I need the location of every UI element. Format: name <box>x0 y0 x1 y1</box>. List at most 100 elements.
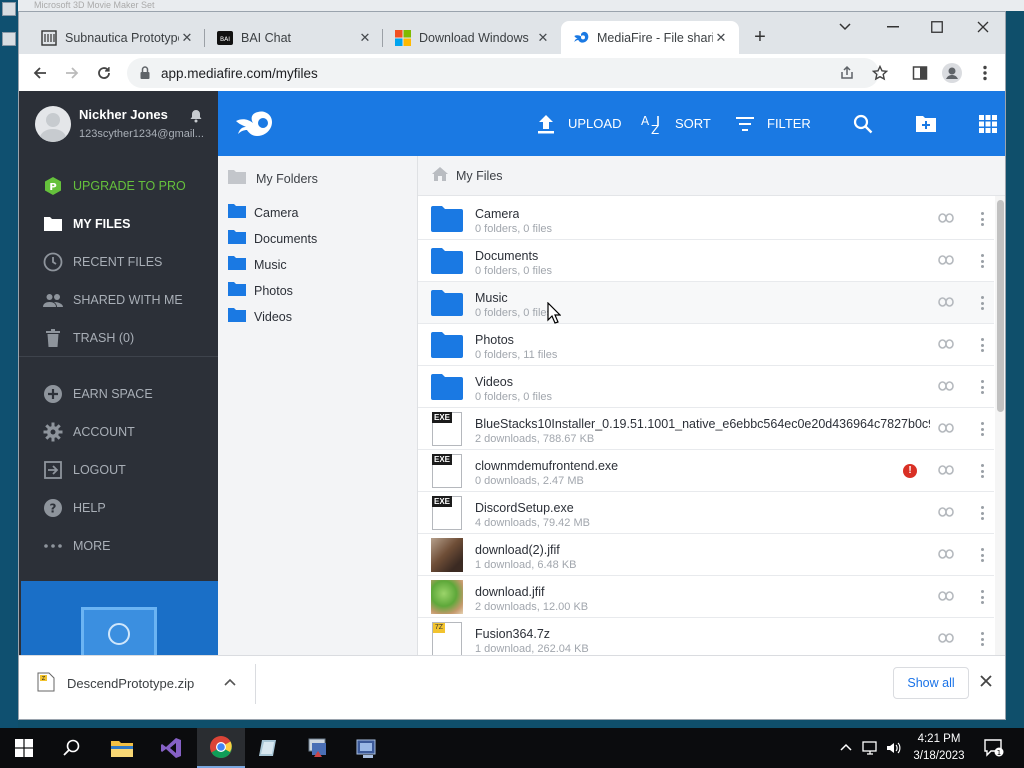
home-icon[interactable] <box>432 167 448 184</box>
more-options-icon[interactable] <box>978 462 986 480</box>
user-panel[interactable]: Nickher Jones 123scyther1234@gmail... <box>19 91 218 157</box>
close-icon[interactable]: ✕ <box>179 30 195 46</box>
more-options-icon[interactable] <box>978 378 986 396</box>
volume-icon[interactable] <box>885 740 901 756</box>
tree-item-photos[interactable]: Photos <box>228 282 293 299</box>
sidebar-item-trash[interactable]: TRASH (0) <box>19 323 218 353</box>
profile-avatar-icon[interactable] <box>941 62 963 84</box>
link-icon[interactable] <box>938 338 954 352</box>
close-icon[interactable]: ✕ <box>535 30 551 46</box>
sidebar-item-upgrade[interactable]: P UPGRADE TO PRO <box>19 171 218 201</box>
maximize-button[interactable] <box>915 16 959 38</box>
breadcrumb-label[interactable]: My Files <box>456 169 503 183</box>
bookmark-star-icon[interactable] <box>869 62 891 84</box>
avatar[interactable] <box>35 106 71 142</box>
sidebar-item-logout[interactable]: LOGOUT <box>19 455 218 485</box>
notifications-icon[interactable]: 1 <box>984 739 1004 757</box>
scrollbar-thumb[interactable] <box>997 200 1004 412</box>
chrome-menu-icon[interactable] <box>974 62 996 84</box>
more-options-icon[interactable] <box>978 294 986 312</box>
taskbar-search-icon[interactable] <box>48 728 96 768</box>
file-row[interactable]: Photos 0 folders, 11 files <box>418 324 994 366</box>
tree-item-camera[interactable]: Camera <box>228 204 298 221</box>
address-bar[interactable]: app.mediafire.com/myfiles <box>127 58 879 88</box>
link-icon[interactable] <box>938 422 954 436</box>
back-button[interactable] <box>29 62 51 84</box>
more-options-icon[interactable] <box>978 420 986 438</box>
tab-bai-chat[interactable]: BAI BAI Chat ✕ <box>205 21 383 54</box>
sidebar-item-my-files[interactable]: MY FILES <box>19 209 218 239</box>
tree-item-documents[interactable]: Documents <box>228 230 317 247</box>
file-list-scrollbar[interactable] <box>995 196 1005 655</box>
more-options-icon[interactable] <box>978 504 986 522</box>
more-options-icon[interactable] <box>978 210 986 228</box>
desktop-shortcut-icon[interactable] <box>2 32 16 46</box>
tab-search-button[interactable] <box>823 16 867 38</box>
mediafire-logo[interactable] <box>234 109 278 137</box>
link-icon[interactable] <box>938 464 954 478</box>
upgrade-promo-banner[interactable] <box>21 581 218 655</box>
link-icon[interactable] <box>938 548 954 562</box>
bell-icon[interactable] <box>189 109 203 123</box>
lock-icon[interactable] <box>139 65 155 81</box>
new-folder-icon[interactable] <box>914 112 938 136</box>
system-clock[interactable]: 4:21 PM 3/18/2023 <box>906 731 972 765</box>
link-icon[interactable] <box>938 632 954 646</box>
reload-button[interactable] <box>93 62 115 84</box>
tree-item-videos[interactable]: Videos <box>228 308 292 325</box>
tab-subnautica[interactable]: Subnautica Prototype ✕ <box>29 21 205 54</box>
grid-view-icon[interactable] <box>976 112 1000 136</box>
my-folders-header[interactable]: My Folders <box>228 170 318 187</box>
app-icon[interactable] <box>343 728 391 768</box>
more-options-icon[interactable] <box>978 336 986 354</box>
sort-button[interactable]: AZ SORT <box>641 91 711 156</box>
chevron-up-icon[interactable] <box>838 740 854 756</box>
more-options-icon[interactable] <box>978 252 986 270</box>
link-icon[interactable] <box>938 380 954 394</box>
more-options-icon[interactable] <box>978 546 986 564</box>
file-row[interactable]: 7Z Fusion364.7z 1 download, 262.04 KB <box>418 618 994 655</box>
more-options-icon[interactable] <box>978 630 986 648</box>
warning-icon[interactable]: ! <box>903 464 917 478</box>
download-item[interactable]: Z DescendPrototype.zip <box>37 672 194 695</box>
start-button[interactable] <box>0 728 48 768</box>
chevron-up-icon[interactable] <box>223 676 239 692</box>
filter-button[interactable]: FILTER <box>733 91 811 156</box>
upload-button[interactable]: UPLOAD <box>534 91 621 156</box>
file-row[interactable]: download.jfif 2 downloads, 12.00 KB <box>418 576 994 618</box>
share-icon[interactable] <box>839 65 855 81</box>
desktop-shortcut-icon[interactable] <box>2 2 16 16</box>
link-icon[interactable] <box>938 590 954 604</box>
file-row[interactable]: Camera 0 folders, 0 files <box>418 198 994 240</box>
search-icon[interactable] <box>851 112 875 136</box>
file-row[interactable]: Videos 0 folders, 0 files <box>418 366 994 408</box>
file-explorer-icon[interactable] <box>98 728 146 768</box>
link-icon[interactable] <box>938 506 954 520</box>
file-row[interactable]: download(2).jfif 1 download, 6.48 KB <box>418 534 994 576</box>
file-row[interactable]: Music 0 folders, 0 files <box>418 282 994 324</box>
chrome-taskbar-icon[interactable] <box>197 728 245 768</box>
network-icon[interactable] <box>862 740 878 756</box>
window-close-button[interactable] <box>961 16 1005 38</box>
minimize-button[interactable] <box>871 16 915 38</box>
close-icon[interactable]: ✕ <box>713 30 729 46</box>
link-icon[interactable] <box>938 296 954 310</box>
tab-mediafire[interactable]: MediaFire - File sharing ✕ <box>561 21 739 54</box>
sidebar-item-earn-space[interactable]: EARN SPACE <box>19 379 218 409</box>
app-icon[interactable] <box>294 728 342 768</box>
link-icon[interactable] <box>938 212 954 226</box>
file-row[interactable]: EXE BlueStacks10Installer_0.19.51.1001_n… <box>418 408 994 450</box>
sidebar-item-help[interactable]: ? HELP <box>19 493 218 523</box>
visual-studio-icon[interactable] <box>147 728 195 768</box>
new-tab-button[interactable]: + <box>747 26 773 50</box>
forward-button[interactable] <box>61 62 83 84</box>
more-options-icon[interactable] <box>978 588 986 606</box>
tree-item-music[interactable]: Music <box>228 256 287 273</box>
file-row[interactable]: EXE clownmdemufrontend.exe 0 downloads, … <box>418 450 994 492</box>
close-icon[interactable] <box>979 674 995 690</box>
show-all-button[interactable]: Show all <box>893 667 969 699</box>
sidebar-item-shared[interactable]: SHARED WITH ME <box>19 285 218 315</box>
link-icon[interactable] <box>938 254 954 268</box>
sidebar-item-more[interactable]: MORE <box>19 531 218 561</box>
side-panel-icon[interactable] <box>909 62 931 84</box>
